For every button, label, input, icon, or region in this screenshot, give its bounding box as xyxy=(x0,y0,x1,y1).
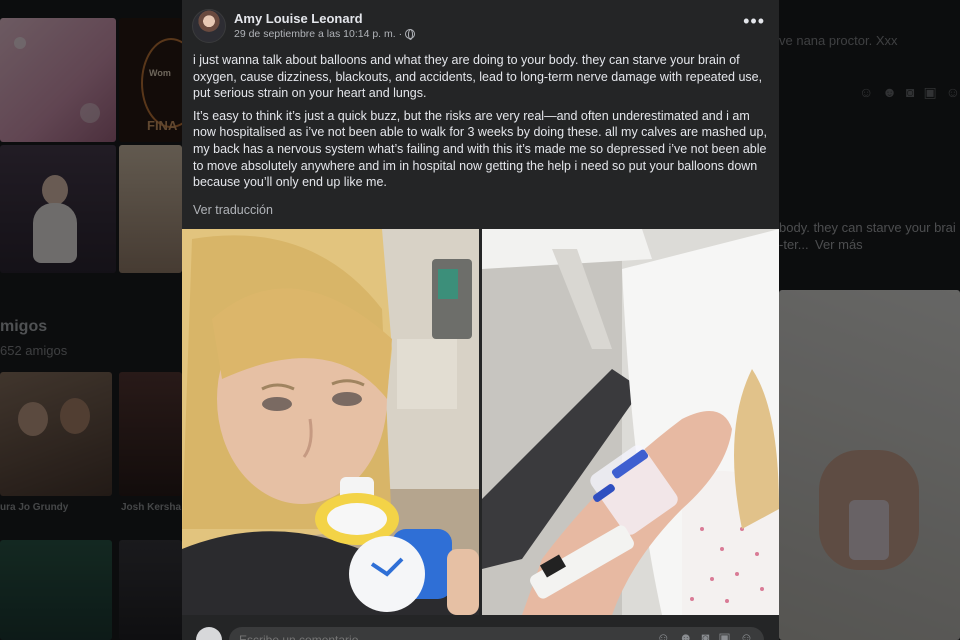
author-name[interactable]: Amy Louise Leonard xyxy=(234,11,415,27)
screen: Wom FINA migos 652 amigos ura Jo Grundy … xyxy=(0,0,960,640)
post-card: Amy Louise Leonard 29 de septiembre a la… xyxy=(182,0,779,640)
more-options-icon[interactable]: ••• xyxy=(743,12,765,30)
post-photos xyxy=(182,229,779,615)
post-paragraph: It’s easy to think it’s just a quick buz… xyxy=(193,108,767,190)
background-post-snippet: body. they can starve your brai xyxy=(779,220,956,235)
emoji-icon: ☺ xyxy=(859,84,874,100)
gif-icon[interactable]: ▣ xyxy=(718,630,730,640)
post-paragraph: i just wanna talk about balloons and wha… xyxy=(193,53,763,101)
background-photo-tile: Wom FINA xyxy=(119,18,182,142)
background-post-snippet: -ter... xyxy=(779,237,809,252)
comment-bar: ☺ ☻ ◙ ▣ ☺ xyxy=(182,618,779,640)
friend-name[interactable]: Josh Kersha xyxy=(121,502,181,513)
sticker-icon: ☻ xyxy=(882,84,898,100)
post-photo-left[interactable] xyxy=(182,229,479,615)
photo-left-illustration xyxy=(182,229,479,615)
friend-photo[interactable] xyxy=(0,540,112,640)
background-comment-snippet: ve nana proctor. Xxx xyxy=(779,33,898,48)
globe-icon xyxy=(405,29,416,40)
avatar-sticker-icon[interactable]: ☺ xyxy=(740,630,753,640)
tile-caption: Wom xyxy=(149,68,171,78)
sticker-icon[interactable]: ☻ xyxy=(679,630,693,640)
post-meta: Amy Louise Leonard 29 de septiembre a la… xyxy=(234,11,416,42)
photo-right-illustration xyxy=(482,229,779,615)
balloon-decor-icon xyxy=(14,37,100,123)
comment-tools: ☺ ☻ ◙ ▣ ☺ xyxy=(657,630,753,640)
author-avatar[interactable] xyxy=(192,9,226,43)
friend-photo[interactable] xyxy=(119,372,182,496)
camera-icon: ◙ xyxy=(906,84,915,100)
post-timestamp-row: 29 de septiembre a las 10:14 p. m. · xyxy=(234,27,416,42)
avatar-sticker-icon: ☺ xyxy=(945,84,960,100)
friend-name[interactable]: ura Jo Grundy xyxy=(0,502,68,513)
post-text: i just wanna talk about balloons and wha… xyxy=(193,52,773,197)
background-photo-tile xyxy=(0,18,116,142)
friend-photo[interactable] xyxy=(0,372,112,496)
background-right-column: ve nana proctor. Xxx ☺ ☻ ◙ ▣ ☺ body. the… xyxy=(779,0,960,640)
gif-icon: ▣ xyxy=(923,84,937,100)
background-photo-tile xyxy=(0,145,116,273)
friend-photo[interactable] xyxy=(119,540,182,640)
post-photo-right[interactable] xyxy=(482,229,779,615)
background-comment-tools: ☺ ☻ ◙ ▣ ☺ xyxy=(859,84,960,101)
post-header: Amy Louise Leonard 29 de septiembre a la… xyxy=(192,8,416,44)
emoji-icon[interactable]: ☺ xyxy=(657,630,670,640)
background-post-photo xyxy=(779,290,960,640)
background-see-more[interactable]: Ver más xyxy=(815,237,863,252)
tile-caption: FINA xyxy=(147,118,178,133)
friends-count: 652 amigos xyxy=(0,343,68,358)
background-photo-tile xyxy=(119,145,182,273)
camera-icon[interactable]: ◙ xyxy=(702,630,710,640)
current-user-avatar[interactable] xyxy=(196,627,222,640)
post-timestamp[interactable]: 29 de septiembre a las 10:14 p. m. · xyxy=(234,27,402,42)
see-translation-link[interactable]: Ver traducción xyxy=(193,203,273,217)
friends-heading: migos xyxy=(0,318,48,335)
background-left-column: Wom FINA migos 652 amigos ura Jo Grundy … xyxy=(0,0,182,640)
